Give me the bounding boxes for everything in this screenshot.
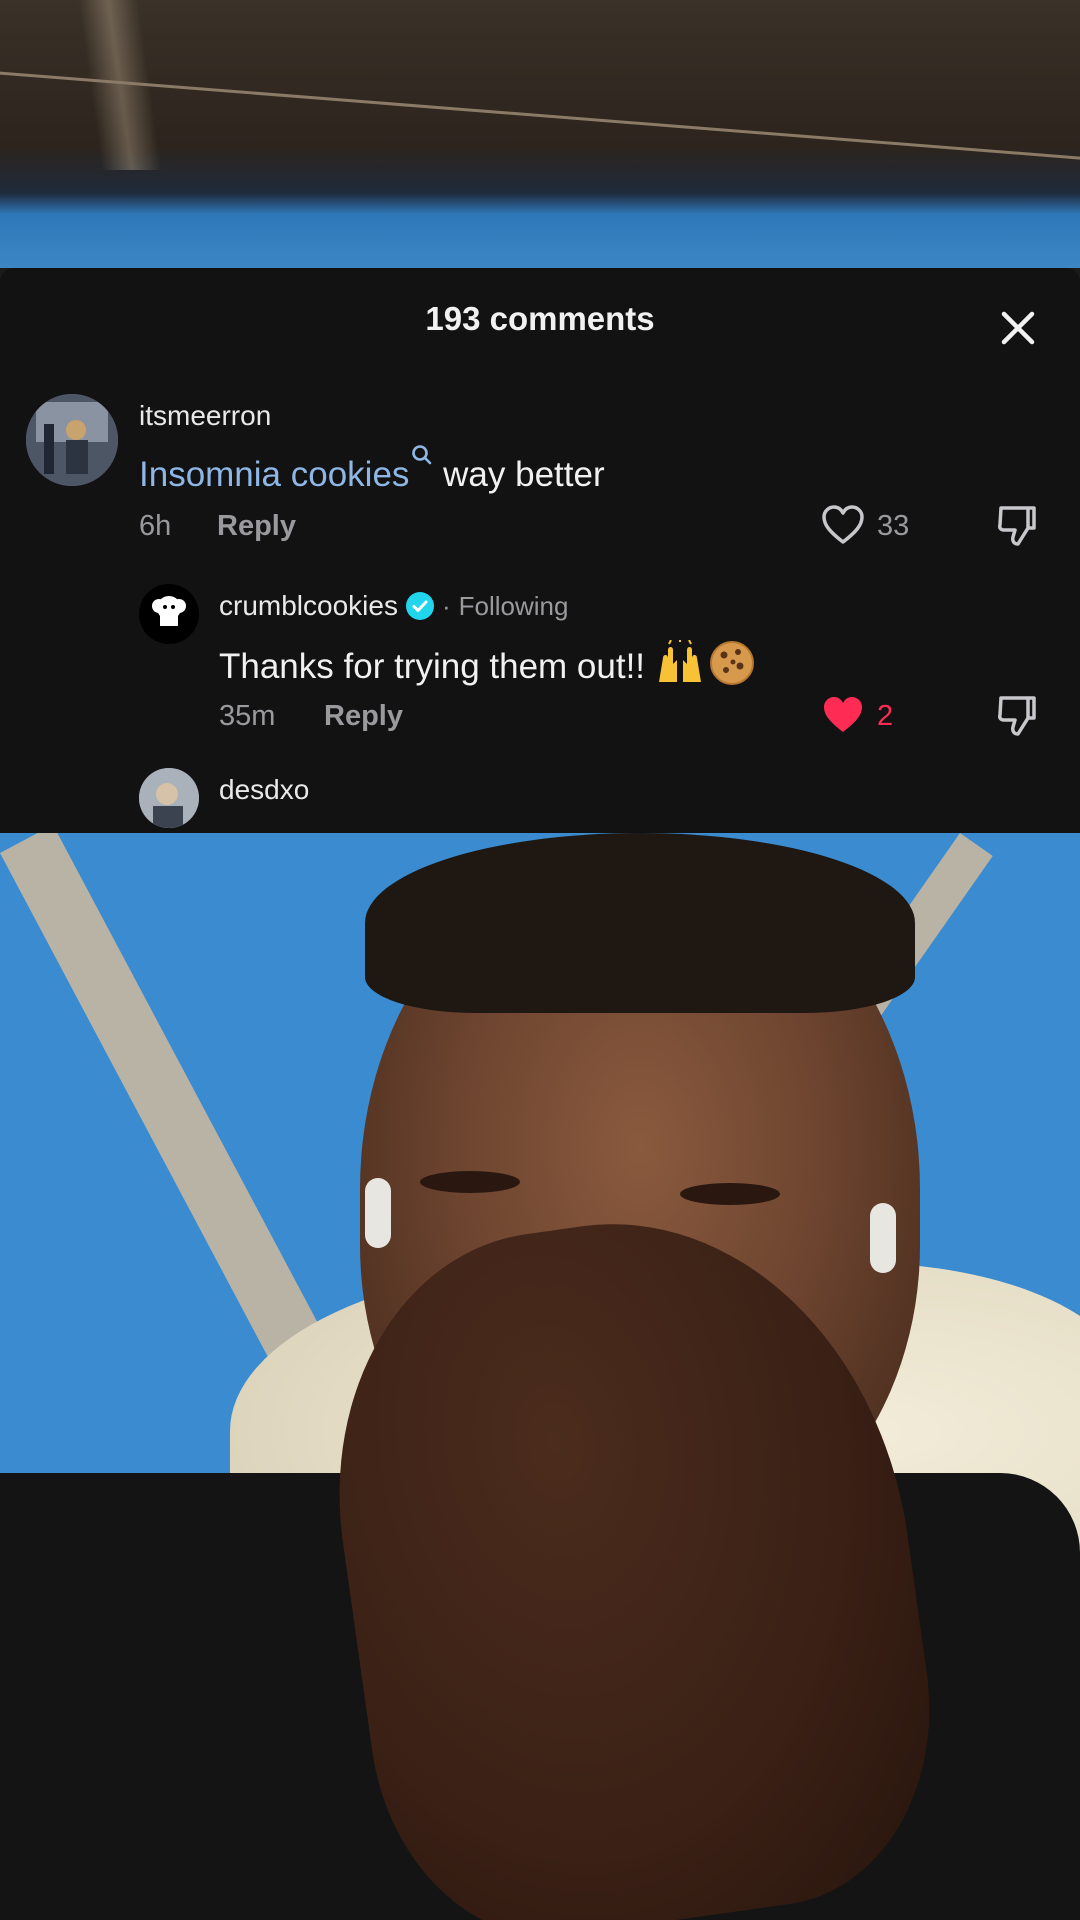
avatar[interactable] (26, 394, 118, 486)
close-icon[interactable] (994, 304, 1042, 352)
search-link[interactable]: Insomnia cookies (139, 455, 409, 494)
comment-text: Thanks for trying them out!! (219, 647, 646, 686)
chef-logo-icon (139, 584, 199, 644)
verified-badge-icon (405, 592, 434, 620)
separator-dot: · (441, 591, 451, 621)
person-hair (365, 833, 915, 1013)
person-eye (420, 1171, 520, 1193)
comment-text: Insomnia cookies way better (139, 444, 605, 495)
avatar[interactable] (139, 768, 199, 828)
avatar[interactable] (139, 584, 199, 644)
earbud (870, 1203, 896, 1273)
reply-button[interactable]: Reply (324, 700, 403, 733)
comment-timestamp: 6h (139, 510, 172, 542)
dislike-icon[interactable] (996, 504, 1038, 548)
comment-username[interactable]: itsmeerron (139, 400, 271, 432)
raising-hands-icon (659, 640, 702, 682)
person-eye (680, 1183, 780, 1205)
like-count: 2 (877, 700, 894, 732)
comment-username[interactable]: crumblcookies (219, 590, 398, 621)
video-frame-top[interactable] (0, 0, 1080, 268)
comment-username-row: crumblcookies · Following (219, 590, 568, 622)
dislike-icon[interactable] (996, 694, 1038, 738)
heart-filled-icon[interactable] (820, 694, 866, 736)
comment-username[interactable]: desdxo (219, 774, 309, 806)
comment-timestamp: 35m (219, 700, 276, 732)
video-frame[interactable] (0, 833, 1080, 1920)
comment-text-row: Thanks for trying them out!! (219, 640, 755, 687)
fabric-seam (0, 70, 1080, 163)
like-count: 33 (877, 510, 910, 542)
comment-text-rest: way better (433, 455, 605, 494)
comments-sheet: 193 comments itsmeerron Insomnia cookies… (0, 268, 1080, 833)
earbud (365, 1178, 391, 1248)
following-label: Following (458, 591, 569, 621)
comments-title: 193 comments (425, 300, 655, 337)
search-icon[interactable] (411, 444, 433, 470)
reply-button[interactable]: Reply (217, 510, 296, 543)
heart-icon[interactable] (820, 504, 866, 546)
cookie-icon (710, 641, 755, 685)
